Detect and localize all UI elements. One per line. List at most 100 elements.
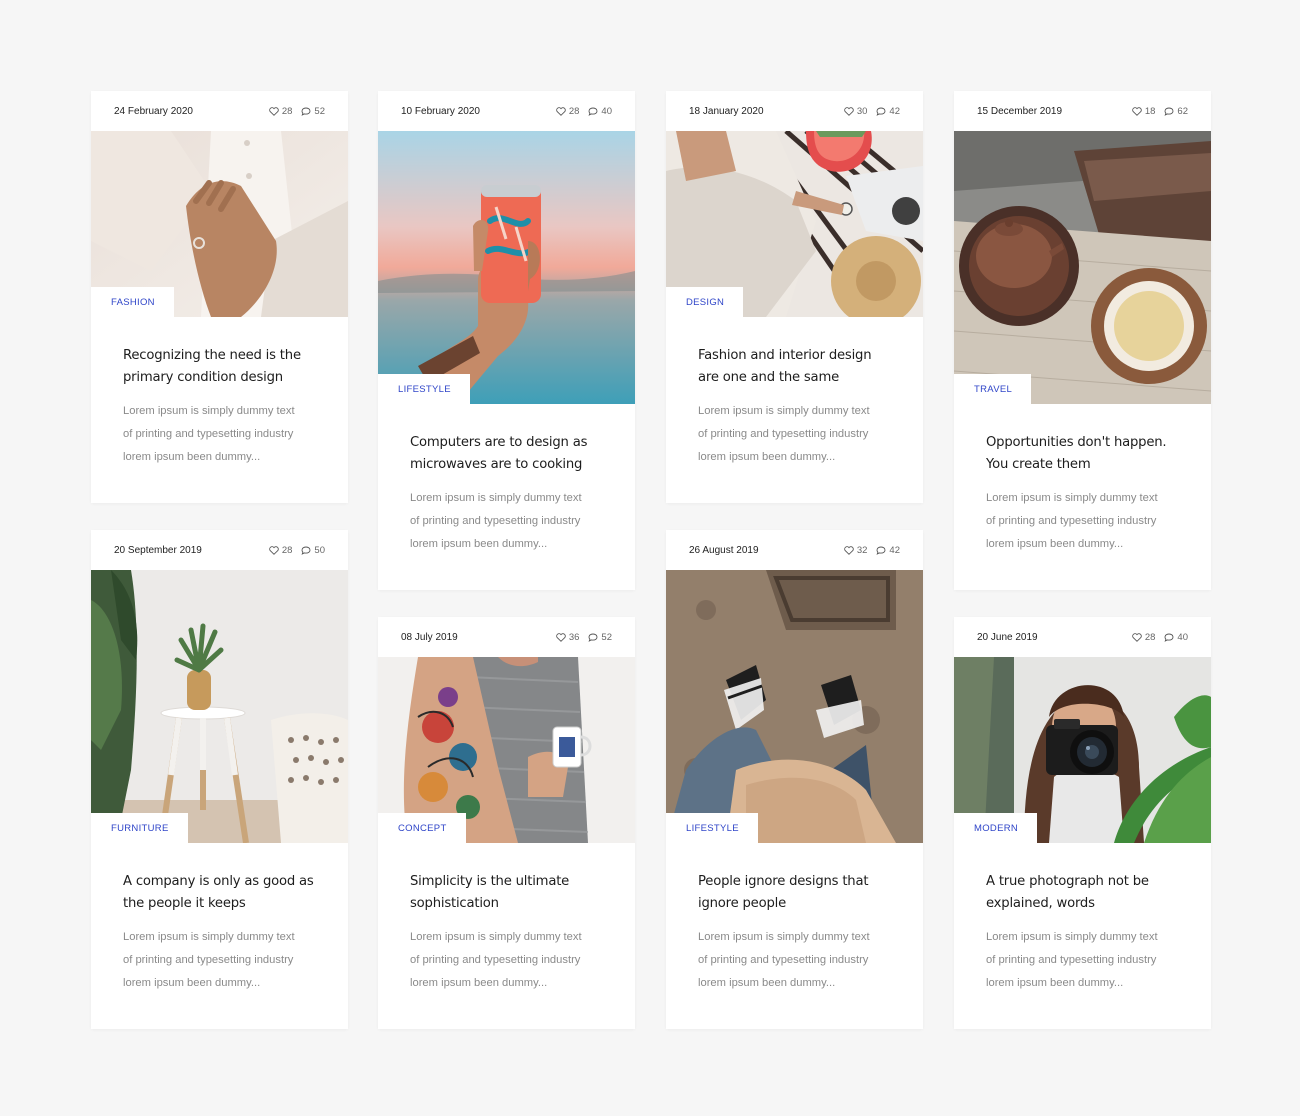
heart-icon: [1132, 632, 1142, 642]
comment-bubble-icon: [301, 107, 311, 116]
heart-icon: [844, 106, 854, 116]
card-header: 26 August 2019 32 42: [666, 530, 923, 570]
post-image[interactable]: FASHION: [91, 131, 348, 317]
comment-bubble-icon: [876, 107, 886, 116]
blog-card[interactable]: 08 July 2019 36 52 CONCEPT Simplicity is…: [378, 617, 635, 1029]
category-tag[interactable]: DESIGN: [666, 287, 744, 317]
card-body: A true photograph not be explained, word…: [954, 843, 1211, 1029]
post-meta: 18 62: [1132, 106, 1188, 117]
comments-counter[interactable]: 52: [301, 106, 325, 117]
card-body: Computers are to design as microwaves ar…: [378, 404, 635, 590]
likes-counter[interactable]: 36: [556, 631, 580, 643]
heart-icon: [269, 106, 279, 116]
post-title[interactable]: Opportunities don't happen. You create t…: [986, 432, 1179, 475]
post-meta: 28 40: [556, 106, 612, 117]
comments-counter[interactable]: 40: [588, 106, 612, 117]
post-title[interactable]: People ignore designs that ignore people: [698, 871, 891, 914]
likes-counter[interactable]: 18: [1132, 106, 1155, 117]
post-title[interactable]: A company is only as good as the people …: [123, 871, 316, 914]
comment-bubble-icon: [588, 633, 598, 642]
heart-icon: [556, 106, 566, 116]
comments-counter[interactable]: 42: [876, 106, 900, 117]
blog-card[interactable]: 20 September 2019 28 50 FURNITURE A comp…: [91, 530, 348, 1029]
comments-counter[interactable]: 62: [1164, 106, 1188, 117]
card-header: 20 September 2019 28 50: [91, 530, 348, 570]
category-tag[interactable]: FASHION: [91, 287, 174, 317]
category-tag[interactable]: LIFESTYLE: [666, 813, 758, 843]
comments-counter[interactable]: 50: [301, 545, 325, 556]
category-tag[interactable]: CONCEPT: [378, 813, 466, 843]
likes-counter[interactable]: 32: [844, 545, 867, 556]
comments-counter[interactable]: 42: [876, 545, 900, 556]
card-body: Recognizing the need is the primary cond…: [91, 317, 348, 503]
comments-count: 40: [601, 105, 612, 117]
category-tag[interactable]: MODERN: [954, 813, 1038, 843]
blog-card[interactable]: 20 June 2019 28 40 MODERN A true photogr…: [954, 617, 1211, 1029]
comments-counter[interactable]: 40: [1164, 632, 1188, 643]
blog-card[interactable]: 10 February 2020 28 40 LIFESTYLE Compute…: [378, 91, 635, 590]
post-excerpt: Lorem ipsum is simply dummy text of prin…: [410, 492, 582, 550]
category-tag[interactable]: TRAVEL: [954, 374, 1032, 404]
post-meta: 28 40: [1132, 632, 1188, 643]
post-date: 20 September 2019: [114, 544, 202, 556]
comment-bubble-icon: [1164, 633, 1174, 642]
comments-count: 42: [889, 105, 900, 117]
post-excerpt: Lorem ipsum is simply dummy text of prin…: [410, 931, 582, 989]
comments-count: 50: [314, 544, 325, 556]
post-excerpt: Lorem ipsum is simply dummy text of prin…: [123, 931, 295, 989]
heart-icon: [1132, 106, 1142, 116]
comment-bubble-icon: [1164, 107, 1174, 116]
comments-counter[interactable]: 52: [588, 632, 612, 643]
comments-count: 42: [889, 544, 900, 556]
post-excerpt: Lorem ipsum is simply dummy text of prin…: [123, 405, 295, 463]
post-image[interactable]: LIFESTYLE: [378, 131, 635, 404]
comment-bubble-icon: [876, 546, 886, 555]
category-tag[interactable]: FURNITURE: [91, 813, 188, 843]
category-tag[interactable]: LIFESTYLE: [378, 374, 470, 404]
likes-count: 28: [568, 105, 580, 117]
card-body: People ignore designs that ignore people…: [666, 843, 923, 1029]
post-excerpt: Lorem ipsum is simply dummy text of prin…: [986, 931, 1158, 989]
post-title[interactable]: Recognizing the need is the primary cond…: [123, 345, 316, 388]
post-photo: [91, 570, 348, 843]
post-date: 24 February 2020: [114, 105, 193, 117]
blog-card[interactable]: 18 January 2020 30 42 DESIGN Fashion and…: [666, 91, 923, 503]
post-excerpt: Lorem ipsum is simply dummy text of prin…: [986, 492, 1158, 550]
post-date: 26 August 2019: [689, 544, 759, 556]
post-excerpt: Lorem ipsum is simply dummy text of prin…: [698, 405, 870, 463]
post-title[interactable]: A true photograph not be explained, word…: [986, 871, 1179, 914]
blog-card[interactable]: 26 August 2019 32 42 LIFESTYLE People ig…: [666, 530, 923, 1029]
likes-counter[interactable]: 28: [1132, 632, 1155, 643]
post-image[interactable]: LIFESTYLE: [666, 570, 923, 843]
card-body: Simplicity is the ultimate sophisticatio…: [378, 843, 635, 1029]
post-meta: 30 42: [844, 106, 900, 117]
heart-icon: [844, 545, 854, 555]
card-body: Opportunities don't happen. You create t…: [954, 404, 1211, 590]
post-image[interactable]: DESIGN: [666, 131, 923, 317]
post-image[interactable]: FURNITURE: [91, 570, 348, 843]
likes-counter[interactable]: 28: [269, 105, 293, 117]
heart-icon: [269, 545, 279, 555]
post-excerpt: Lorem ipsum is simply dummy text of prin…: [698, 931, 870, 989]
post-title[interactable]: Simplicity is the ultimate sophisticatio…: [410, 871, 603, 914]
post-title[interactable]: Fashion and interior design are one and …: [698, 345, 891, 388]
post-title[interactable]: Computers are to design as microwaves ar…: [410, 432, 603, 475]
blog-card[interactable]: 24 February 2020 28 52 FASHION Recognizi…: [91, 91, 348, 503]
comments-count: 40: [1177, 631, 1188, 643]
post-photo: [954, 131, 1211, 404]
likes-counter[interactable]: 30: [844, 105, 868, 117]
likes-counter[interactable]: 28: [269, 545, 292, 556]
post-meta: 28 52: [269, 106, 325, 117]
post-date: 08 July 2019: [401, 631, 458, 643]
post-image[interactable]: TRAVEL: [954, 131, 1211, 404]
card-header: 10 February 2020 28 40: [378, 91, 635, 131]
likes-count: 36: [568, 631, 580, 643]
card-header: 18 January 2020 30 42: [666, 91, 923, 131]
likes-count: 28: [281, 105, 293, 117]
likes-count: 30: [856, 105, 868, 117]
post-date: 10 February 2020: [401, 105, 480, 117]
blog-card[interactable]: 15 December 2019 18 62 TRAVEL Opportunit…: [954, 91, 1211, 590]
likes-counter[interactable]: 28: [556, 105, 580, 117]
post-image[interactable]: MODERN: [954, 657, 1211, 843]
post-image[interactable]: CONCEPT: [378, 657, 635, 843]
